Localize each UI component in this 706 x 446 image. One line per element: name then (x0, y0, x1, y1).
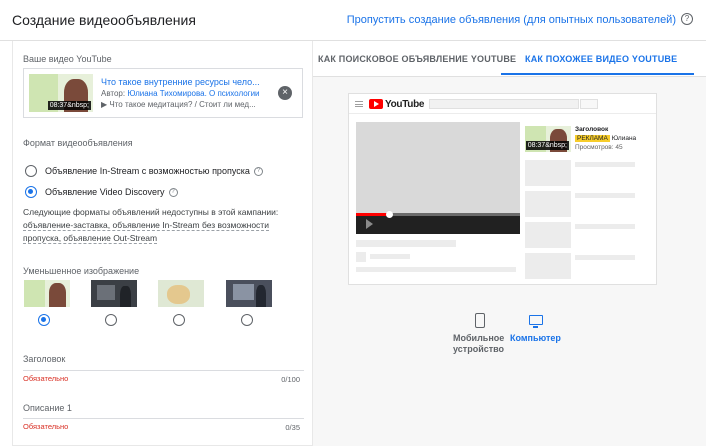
ad-preview-panel: КАК ПОИСКОВОЕ ОБЪЯВЛЕНИЕ YOUTUBE КАК ПОХ… (313, 41, 706, 446)
skeleton-related-text-4 (575, 255, 635, 260)
skeleton-related-thumb-1 (525, 160, 571, 186)
format-discovery-label[interactable]: Объявление Video Discovery? (45, 187, 178, 198)
youtube-top-bar: YouTube (349, 94, 656, 114)
thumbnail-radio-4[interactable] (241, 314, 253, 326)
discovery-ad-preview: 08:37&nbsp; Заголовок РЕКЛАМА Юлиана Про… (525, 124, 653, 154)
skeleton-related-text-2 (575, 193, 635, 198)
ad-thumbnail: 08:37&nbsp; (525, 126, 571, 152)
tab-search-ad[interactable]: КАК ПОИСКОВОЕ ОБЪЯВЛЕНИЕ YOUTUBE (318, 54, 516, 64)
author-link[interactable]: Юлиана Тихомирова. О психологии (127, 89, 259, 98)
format-discovery-radio[interactable] (25, 186, 37, 198)
progress-fill (356, 213, 389, 216)
format-instream-label[interactable]: Объявление In-Stream с возможностью проп… (45, 166, 263, 177)
skeleton-related-text-1 (575, 162, 635, 167)
selected-video-card[interactable]: 08:37&nbsp; Что такое внутренние ресурсы… (23, 68, 303, 118)
thumbnail-section-label: Уменьшенное изображение (23, 266, 140, 276)
desktop-device-toggle[interactable]: Компьютер (510, 333, 561, 343)
format-section-label: Формат видеообъявления (23, 138, 133, 148)
help-icon[interactable]: ? (681, 13, 693, 25)
thumbnail-radio-2[interactable] (105, 314, 117, 326)
video-title-link[interactable]: Что такое внутренние ресурсы чело... (101, 77, 281, 87)
youtube-logo-icon (369, 99, 383, 109)
thumbnail-radio-3[interactable] (173, 314, 185, 326)
thumbnail-option-2[interactable] (91, 280, 137, 307)
description-required: Обязательно (23, 422, 69, 431)
skeleton-related-thumb-3 (525, 222, 571, 248)
video-thumbnail: 08:37&nbsp; (29, 74, 93, 112)
thumbnail-option-4[interactable] (226, 280, 272, 307)
ad-form-panel: Ваше видео YouTube 08:37&nbsp; Что такое… (12, 41, 313, 446)
skeleton-related-thumb-2 (525, 191, 571, 217)
progress-knob (385, 211, 393, 218)
page-title: Создание видеообъявления (12, 12, 196, 28)
skeleton-channel (370, 254, 410, 259)
thumbnail-radio-1[interactable] (38, 314, 50, 326)
format-instream-radio[interactable] (25, 165, 37, 177)
player-progress-bar (356, 211, 520, 218)
ad-duration: 08:37&nbsp; (525, 141, 569, 150)
skeleton-related-text-3 (575, 224, 635, 229)
tab-related-video[interactable]: КАК ПОХОЖЕЕ ВИДЕО YOUTUBE (525, 54, 677, 64)
skeleton-avatar (356, 252, 366, 262)
ad-channel: Юлиана (611, 135, 637, 142)
remove-video-icon[interactable]: × (278, 86, 292, 100)
description-counter: 0/35 (285, 423, 300, 432)
mobile-device-toggle[interactable]: Мобильное устройство (453, 333, 511, 355)
headline-label: Заголовок (23, 354, 66, 364)
unavailable-formats-list[interactable]: объявление-заставка, объявление In-Strea… (23, 220, 269, 244)
ad-views: Просмотров: 45 (575, 144, 623, 151)
headline-required: Обязательно (23, 374, 69, 383)
description-label: Описание 1 (23, 403, 72, 413)
unavailable-formats-note: Следующие форматы объявлений недоступны … (23, 206, 307, 245)
discovery-help-icon[interactable]: ? (168, 188, 178, 198)
thumbnail-option-1[interactable] (24, 280, 70, 307)
video-duration: 08:37&nbsp; (47, 101, 91, 110)
youtube-logo-text: YouTube (385, 99, 425, 110)
active-tab-indicator (501, 73, 694, 75)
headline-counter: 0/100 (281, 375, 300, 384)
skeleton-title (356, 240, 456, 247)
ad-badge: РЕКЛАМА (575, 135, 610, 142)
skeleton-line (356, 267, 516, 272)
player-controls (356, 214, 520, 234)
instream-help-icon[interactable]: ? (253, 167, 263, 177)
play-icon (366, 219, 373, 229)
header-bar: Создание видеообъявления Пропустить созд… (0, 0, 706, 40)
youtube-search-placeholder (429, 99, 579, 109)
note-prefix: Следующие форматы объявлений недоступны … (23, 207, 279, 217)
author-prefix: Автор: (101, 89, 126, 98)
thumbnail-option-3[interactable] (158, 280, 204, 307)
video-playlist: ▶ Что такое медитация? / Стоит ли мед... (101, 100, 256, 109)
preview-tabs: КАК ПОИСКОВОЕ ОБЪЯВЛЕНИЕ YOUTUBE КАК ПОХ… (313, 41, 706, 77)
skip-creation-link[interactable]: Пропустить создание объявления (для опыт… (347, 14, 676, 26)
menu-icon (355, 101, 363, 107)
video-section-label: Ваше видео YouTube (23, 54, 112, 64)
description-input[interactable] (23, 418, 304, 419)
ad-headline: Заголовок (575, 126, 609, 133)
headline-input[interactable] (23, 370, 304, 371)
ad-meta-row: РЕКЛАМА Юлиана (575, 135, 636, 142)
skeleton-related-thumb-4 (525, 253, 571, 279)
mobile-device-icon[interactable] (475, 313, 485, 328)
youtube-search-button (580, 99, 598, 109)
desktop-icon[interactable] (529, 315, 543, 328)
video-author: Автор: Юлиана Тихомирова. О психологии (101, 89, 260, 98)
youtube-preview: YouTube 08:37&nbsp; Заголовок РЕКЛАМА Юл… (348, 93, 657, 285)
